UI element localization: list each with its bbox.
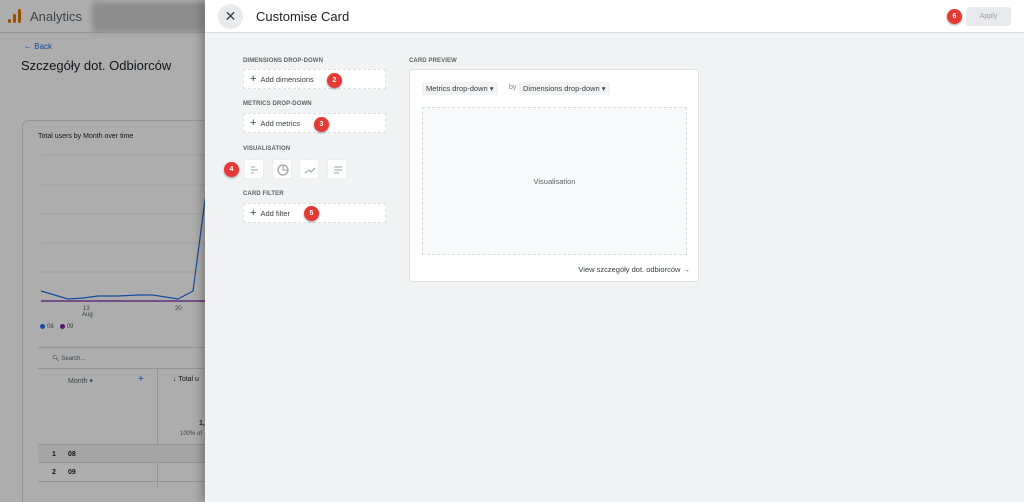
line-chart-option[interactable] [299, 159, 319, 179]
modal-scrim[interactable] [0, 0, 205, 502]
close-button[interactable]: ✕ [218, 4, 243, 29]
close-icon: ✕ [224, 8, 237, 24]
plus-icon: + [250, 117, 257, 129]
visualisation-label: VISUALISATION [243, 146, 291, 152]
add-dimensions-label: Add dimensions [260, 74, 314, 84]
metrics-label: METRICS DROP-DOWN [243, 101, 312, 107]
step-badge: 4 [224, 162, 239, 177]
table-option[interactable] [327, 159, 347, 179]
step-badge: 6 [947, 9, 962, 24]
bar-chart-icon [251, 166, 258, 174]
panel-header: ✕ Customise Card 6 Apply [205, 0, 1024, 33]
view-link-label: View szczegóły dot. odbiorców [578, 265, 681, 274]
card-filter-label: CARD FILTER [243, 191, 284, 197]
visualisation-placeholder: Visualisation [422, 107, 687, 255]
arrow-right-icon: → [682, 265, 691, 274]
dimensions-dropdown[interactable]: Dimensions drop-down ▾ [519, 82, 610, 95]
customise-card-panel: ✕ Customise Card 6 Apply DIMENSIONS DROP… [205, 0, 1024, 502]
view-details-link[interactable]: View szczegóły dot. odbiorców → [578, 265, 690, 274]
step-badge: 3 [314, 117, 329, 132]
add-filter-label: Add filter [260, 208, 291, 218]
apply-button[interactable]: Apply [966, 7, 1011, 26]
plus-icon: + [250, 73, 257, 85]
caret-down-icon: ▾ [601, 84, 606, 93]
donut-chart-option[interactable] [272, 159, 292, 179]
panel-title: Customise Card [256, 9, 350, 24]
donut-chart-icon [277, 164, 289, 176]
visualisation-placeholder-text: Visualisation [533, 176, 576, 186]
caret-down-icon: ▾ [489, 84, 494, 93]
step-badge: 2 [327, 73, 342, 88]
table-icon [334, 166, 342, 174]
dimensions-label: DIMENSIONS DROP-DOWN [243, 58, 323, 64]
card-preview-label: CARD PREVIEW [409, 58, 457, 64]
card-preview: Metrics drop-down ▾ by Dimensions drop-d… [409, 69, 699, 282]
add-metrics-label: Add metrics [260, 118, 301, 128]
line-chart-icon [304, 167, 316, 174]
dimensions-dropdown-label: Dimensions drop-down [523, 84, 600, 93]
step-badge: 5 [304, 206, 319, 221]
metrics-dropdown-label: Metrics drop-down [426, 84, 488, 93]
add-dimensions-button[interactable]: + Add dimensions [243, 69, 386, 89]
plus-icon: + [250, 207, 257, 219]
bar-chart-option[interactable] [244, 159, 264, 179]
by-text: by [509, 84, 517, 91]
metrics-dropdown[interactable]: Metrics drop-down ▾ [422, 82, 498, 95]
